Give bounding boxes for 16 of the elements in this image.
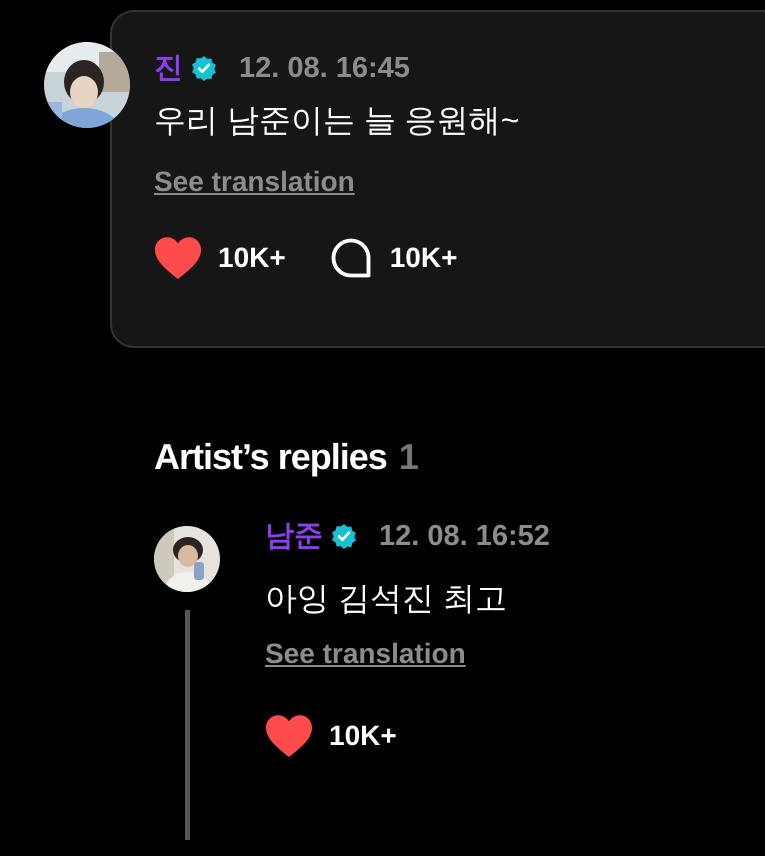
post-text: 우리 남준이는 늘 응원해~ [154, 101, 520, 140]
reply-count: 1 [398, 436, 418, 478]
comment-count: 10K+ [390, 242, 458, 274]
post-time: 12. 08. 16:45 [239, 52, 410, 84]
like-count: 10K+ [218, 242, 286, 274]
reply-time: 12. 08. 16:52 [379, 520, 550, 552]
heart-icon[interactable] [154, 236, 202, 280]
see-translation-link[interactable]: See translation [154, 166, 355, 198]
like-count: 10K+ [329, 720, 397, 752]
comment-icon[interactable] [330, 237, 372, 279]
see-translation-link[interactable]: See translation [265, 638, 466, 670]
author-name[interactable]: 진 [154, 48, 183, 88]
author-name[interactable]: 남준 [265, 516, 323, 556]
heart-icon[interactable] [265, 714, 313, 758]
reply-text: 아잉 김석진 최고 [265, 579, 508, 618]
section-title: Artist’s replies [154, 436, 387, 478]
